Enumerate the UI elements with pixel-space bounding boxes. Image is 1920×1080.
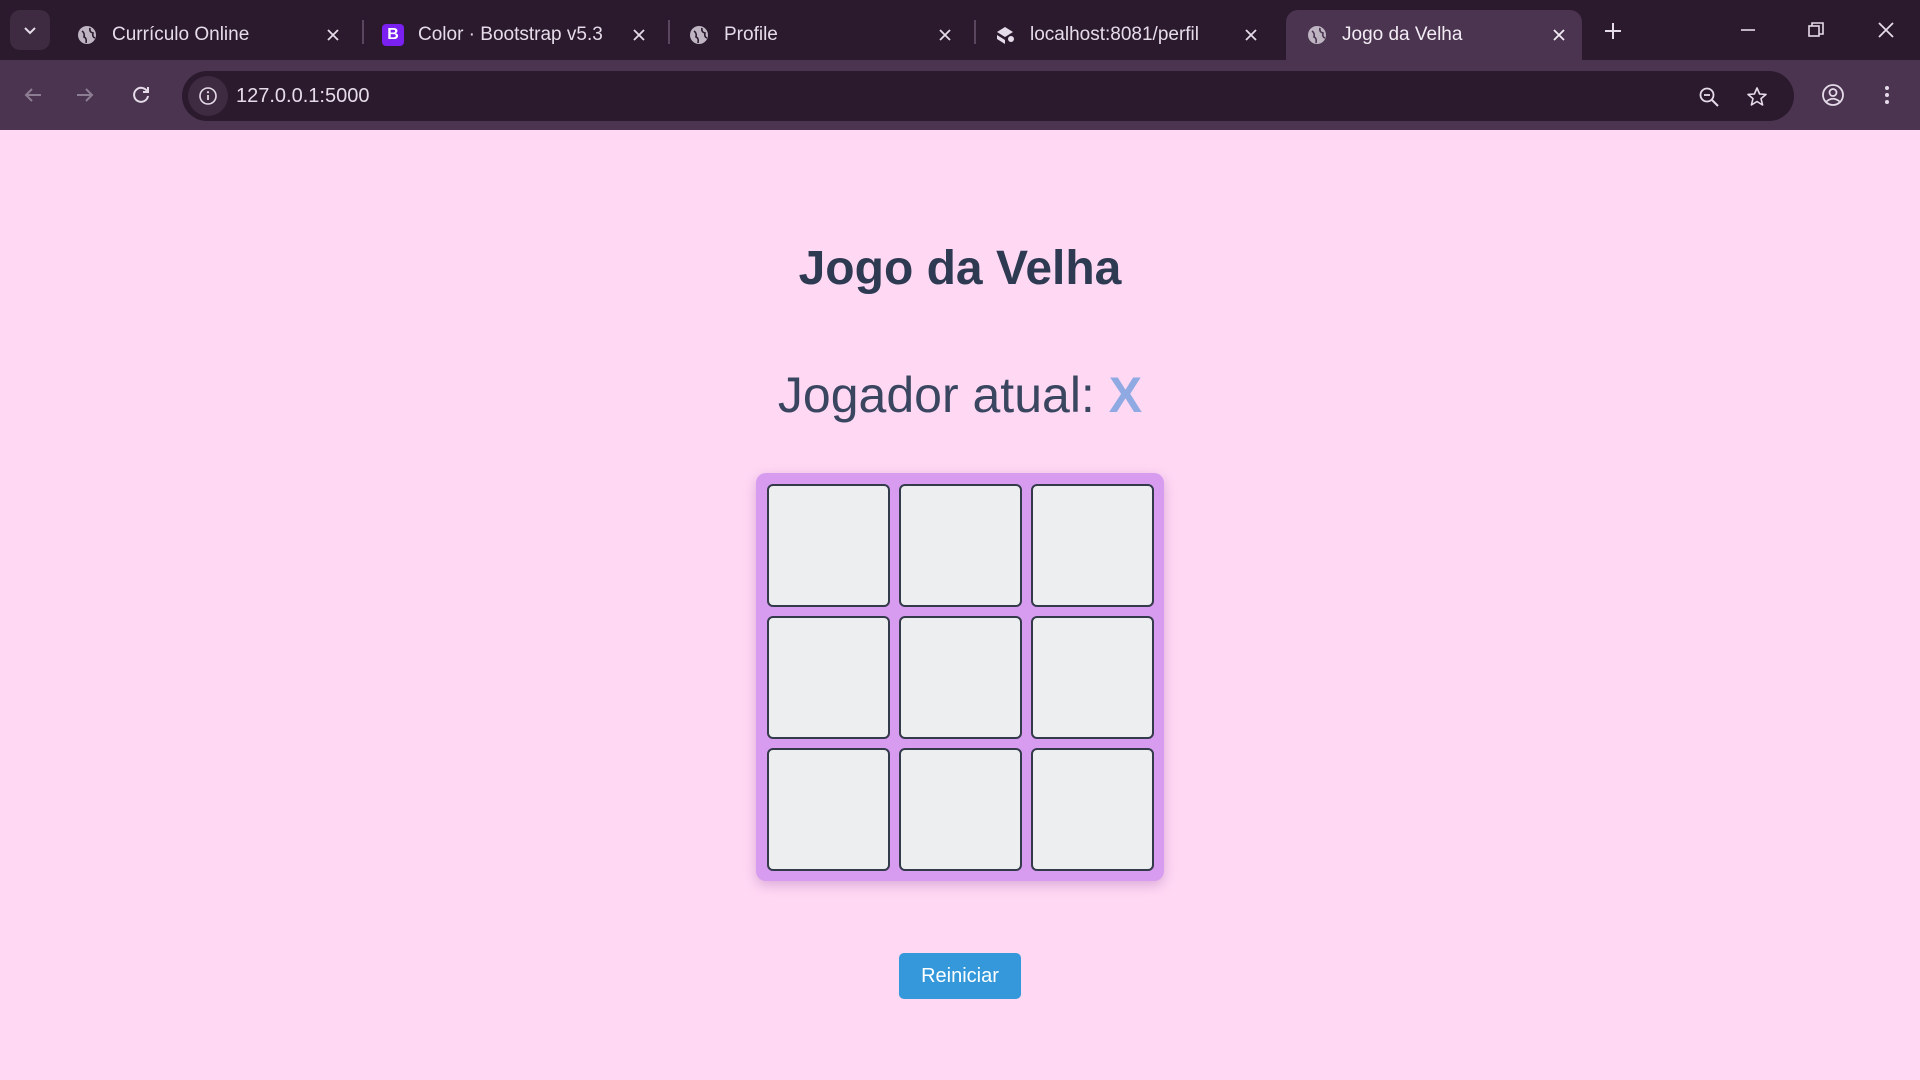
arrow-right-icon <box>77 88 94 102</box>
zoom-out-icon <box>1699 87 1719 107</box>
tab-title: Profile <box>724 24 778 45</box>
current-player: X <box>1108 367 1143 423</box>
puzzle-icon <box>994 24 1016 46</box>
tab-localhost-perfil[interactable]: localhost:8081/perfil <box>974 10 1274 60</box>
minimize-button[interactable] <box>1724 6 1772 54</box>
restore-icon <box>1808 22 1824 37</box>
tab-bootstrap-color[interactable]: B Color · Bootstrap v5.3 <box>362 10 662 60</box>
site-info-button[interactable] <box>188 76 228 116</box>
zoom-button[interactable] <box>1692 80 1726 114</box>
minimize-icon <box>1741 29 1755 31</box>
reset-button[interactable]: Reiniciar <box>899 953 1021 999</box>
globe-icon <box>76 24 98 46</box>
more-vertical-icon <box>1885 86 1889 104</box>
bookmark-button[interactable] <box>1740 80 1774 114</box>
browser-toolbar: 127.0.0.1:5000 <box>0 60 1920 130</box>
url-text[interactable]: 127.0.0.1:5000 <box>236 85 369 108</box>
chevron-down-icon <box>24 27 36 35</box>
tab-title: Currículo Online <box>112 24 250 45</box>
reload-icon <box>133 86 149 103</box>
board-cell[interactable] <box>899 748 1022 871</box>
page-title: Jogo da Velha <box>798 242 1122 295</box>
board-cell[interactable] <box>767 748 890 871</box>
plus-icon <box>1605 23 1621 39</box>
board-cell[interactable] <box>899 616 1022 739</box>
tab-title: localhost:8081/perfil <box>1030 24 1199 45</box>
board-cell[interactable] <box>1031 616 1154 739</box>
close-icon[interactable] <box>1546 22 1572 48</box>
current-player-status: Jogador atual: X <box>0 366 1920 424</box>
close-icon[interactable] <box>932 22 958 48</box>
close-icon[interactable] <box>626 22 652 48</box>
menu-button[interactable] <box>1866 74 1908 116</box>
board-cell[interactable] <box>899 484 1022 607</box>
globe-icon <box>688 24 710 46</box>
tab-title: Color · Bootstrap v5.3 <box>418 24 603 45</box>
reload-button[interactable] <box>120 74 162 116</box>
new-tab-button[interactable] <box>1594 12 1632 50</box>
close-window-button[interactable] <box>1862 6 1910 54</box>
tab-curriculo[interactable]: Currículo Online <box>56 10 356 60</box>
back-button[interactable] <box>12 74 54 116</box>
address-bar[interactable]: 127.0.0.1:5000 <box>182 71 1794 121</box>
tab-profile[interactable]: Profile <box>668 10 968 60</box>
restore-button[interactable] <box>1792 6 1840 54</box>
status-label: Jogador atual: <box>777 367 1109 423</box>
globe-icon <box>1306 24 1328 46</box>
close-icon[interactable] <box>1238 22 1264 48</box>
close-icon <box>1878 22 1894 38</box>
close-icon[interactable] <box>320 22 346 48</box>
game-board <box>756 473 1164 881</box>
info-icon <box>199 87 217 105</box>
tab-strip: Currículo Online B Color · Bootstrap v5.… <box>0 0 1920 60</box>
board-cell[interactable] <box>1031 484 1154 607</box>
tab-title: Jogo da Velha <box>1342 24 1463 45</box>
bootstrap-icon: B <box>382 24 404 46</box>
profile-button[interactable] <box>1812 74 1854 116</box>
account-icon <box>1822 84 1844 106</box>
arrow-left-icon <box>24 88 41 102</box>
star-icon <box>1747 87 1767 106</box>
board-cell[interactable] <box>767 616 890 739</box>
board-cell[interactable] <box>767 484 890 607</box>
page-content: Jogo da Velha Jogador atual: X Reiniciar <box>0 130 1920 1080</box>
tab-search-button[interactable] <box>10 10 50 50</box>
forward-button[interactable] <box>64 74 106 116</box>
board-cell[interactable] <box>1031 748 1154 871</box>
tab-jogo-da-velha[interactable]: Jogo da Velha <box>1286 10 1582 60</box>
